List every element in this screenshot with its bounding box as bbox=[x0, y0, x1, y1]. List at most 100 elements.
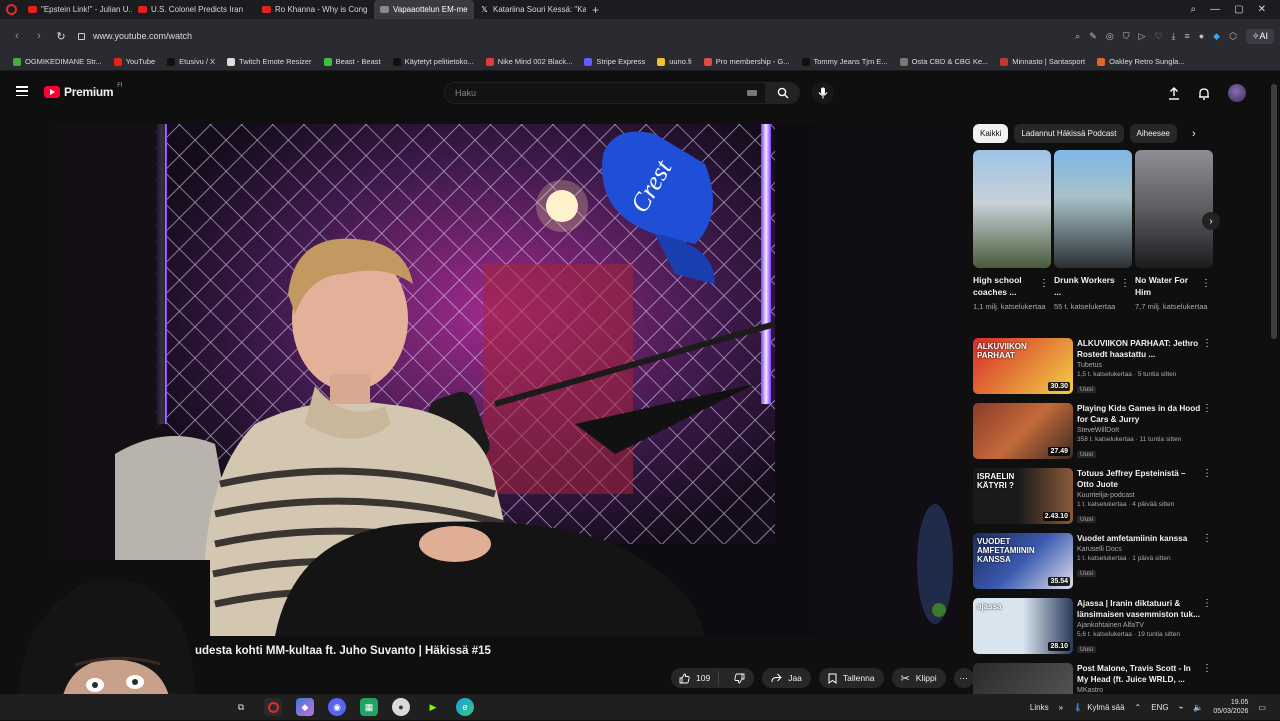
minimize-icon[interactable]: — bbox=[1210, 4, 1220, 15]
like-button[interactable]: 109 bbox=[671, 671, 720, 685]
tray-overflow-icon[interactable]: ⌃ bbox=[1135, 703, 1142, 712]
camera-icon[interactable]: ◎ bbox=[1106, 31, 1114, 42]
short-thumbnail[interactable] bbox=[1135, 150, 1213, 268]
bookmark-item[interactable]: Nike Mind 002 Black... bbox=[481, 57, 578, 66]
photoshop-icon[interactable]: ◆ bbox=[296, 698, 314, 716]
bookmark-item[interactable]: Twitch Emote Resizer bbox=[222, 57, 317, 66]
recommendation-menu-icon[interactable]: ⋮ bbox=[1202, 598, 1212, 609]
save-button[interactable]: Tallenna bbox=[818, 668, 884, 688]
short-menu-icon[interactable]: ⋮ bbox=[1201, 278, 1211, 289]
bookmark-item[interactable]: Pro membership - G... bbox=[699, 57, 795, 66]
aria-ai-button[interactable]: ✧AI bbox=[1245, 28, 1274, 44]
toolbar-expand-icon[interactable]: » bbox=[1059, 703, 1063, 712]
bookmark-item[interactable]: YouTube bbox=[109, 57, 160, 66]
short-menu-icon[interactable]: ⋮ bbox=[1120, 278, 1130, 289]
discord-icon[interactable]: ◉ bbox=[328, 698, 346, 716]
steam-icon[interactable]: ● bbox=[392, 698, 410, 716]
scrollbar-thumb[interactable] bbox=[1271, 84, 1277, 339]
network-icon[interactable]: ⌁ bbox=[1179, 703, 1184, 712]
recommendation-thumbnail[interactable]: VUODET AMFETAMIININ KANSSA 35.54 bbox=[973, 533, 1073, 589]
close-window-icon[interactable]: ✕ bbox=[1258, 4, 1266, 15]
notifications-bell-icon[interactable] bbox=[1198, 87, 1210, 100]
bookmark-item[interactable]: Beast - Beast bbox=[319, 57, 386, 66]
recommendation-menu-icon[interactable]: ⋮ bbox=[1202, 403, 1212, 414]
avatar[interactable] bbox=[1228, 84, 1246, 102]
edit-icon[interactable]: ✎ bbox=[1089, 31, 1097, 42]
bookmark-item[interactable]: Minnasto | Santasport bbox=[995, 57, 1090, 66]
bookmark-item[interactable]: Oakley Retro Sungla... bbox=[1092, 57, 1189, 66]
notification-center-icon[interactable]: ▭ bbox=[1258, 703, 1266, 712]
filter-chip[interactable]: Ladannut Häkissä Podcast bbox=[1014, 124, 1124, 143]
recommendation-item[interactable]: ALKUVIIKON PARHAAT 30.30 ALKUVIIKON PARHAA… bbox=[973, 338, 1216, 396]
extension-icon[interactable]: ◆ bbox=[1213, 31, 1220, 42]
weather-widget[interactable]: 🌡 Kylmä sää bbox=[1073, 703, 1125, 712]
dislike-button[interactable] bbox=[725, 673, 754, 684]
recommendation-thumbnail[interactable]: 27.49 bbox=[973, 403, 1073, 459]
search-button[interactable] bbox=[766, 82, 800, 104]
bookmark-item[interactable]: Osta CBD & CBG Ke... bbox=[895, 57, 994, 66]
play-icon[interactable]: ▷ bbox=[1138, 31, 1145, 42]
shield-icon[interactable]: ⛉ bbox=[1123, 31, 1130, 42]
back-icon[interactable]: ‹ bbox=[6, 30, 28, 42]
recommendation-item[interactable]: ajassa 28.10 Ajassa | Iranin diktatuuri & … bbox=[973, 598, 1216, 656]
recommendation-channel[interactable]: Tubetus bbox=[1077, 362, 1203, 369]
language-indicator[interactable]: ENG bbox=[1151, 703, 1168, 712]
more-actions-button[interactable]: ⋯ bbox=[953, 668, 974, 688]
download-icon[interactable]: ⤓ bbox=[1171, 31, 1175, 42]
recommendation-thumbnail[interactable]: ISRAELIN KÄTYRI ? 2.43.10 bbox=[973, 468, 1073, 524]
maximize-icon[interactable]: ▢ bbox=[1234, 4, 1243, 15]
edge-icon[interactable]: e bbox=[456, 698, 474, 716]
bookmark-item[interactable]: Stripe Express bbox=[579, 57, 650, 66]
forward-icon[interactable]: › bbox=[28, 30, 50, 42]
recommendation-channel[interactable]: Kuuntelija-podcast bbox=[1077, 492, 1203, 499]
recommendation-menu-icon[interactable]: ⋮ bbox=[1202, 533, 1212, 544]
share-button[interactable]: Jaa bbox=[762, 668, 811, 688]
new-tab-button[interactable]: + bbox=[586, 3, 605, 17]
short-menu-icon[interactable]: ⋮ bbox=[1039, 278, 1049, 289]
short-thumbnail[interactable] bbox=[973, 150, 1051, 268]
short-card[interactable]: No Water For Him 7,7 milj. katselukertaa ⋮ bbox=[1135, 150, 1213, 312]
chips-next-icon[interactable]: › bbox=[1192, 128, 1196, 140]
keyboard-icon[interactable] bbox=[747, 90, 757, 96]
browser-tab[interactable]: "Epstein Link!" - Julian U... bbox=[22, 0, 132, 19]
opera-taskbar-icon[interactable] bbox=[264, 698, 282, 716]
filter-chip[interactable]: Aiheesee bbox=[1129, 124, 1177, 143]
links-toolbar[interactable]: Links bbox=[1030, 703, 1049, 712]
recommendation-channel[interactable]: Ajankohtainen AlfaTV bbox=[1077, 622, 1203, 629]
short-thumbnail[interactable] bbox=[1054, 150, 1132, 268]
browser-tab[interactable]: 𝕏 Katariina Souri Kessä: "Kan bbox=[474, 0, 586, 19]
bookmark-item[interactable]: Käytetyt pelitietoko... bbox=[388, 57, 479, 66]
browser-tab[interactable]: Ro Khanna - Why is Cong bbox=[256, 0, 374, 19]
page-scrollbar[interactable] bbox=[1268, 72, 1280, 720]
spreadsheet-icon[interactable]: ▦ bbox=[360, 698, 378, 716]
profile-icon[interactable]: ● bbox=[1199, 31, 1204, 41]
shorts-next-button[interactable]: › bbox=[1202, 212, 1220, 230]
bookmark-item[interactable]: uuno.fi bbox=[652, 57, 697, 66]
menu-icon[interactable]: ≡ bbox=[1184, 31, 1189, 41]
cube-icon[interactable]: ⬡ bbox=[1229, 31, 1237, 42]
opera-logo-icon[interactable] bbox=[0, 0, 22, 19]
upload-icon[interactable] bbox=[1168, 86, 1180, 100]
recommendation-thumbnail[interactable]: ALKUVIIKON PARHAAT 30.30 bbox=[973, 338, 1073, 394]
game-launcher-icon[interactable]: ▶ bbox=[424, 698, 442, 716]
recommendation-menu-icon[interactable]: ⋮ bbox=[1202, 663, 1212, 674]
reload-icon[interactable]: ↻ bbox=[50, 30, 72, 43]
youtube-premium-logo[interactable]: Premium FI bbox=[44, 83, 123, 99]
search-icon[interactable]: ⌕ bbox=[1075, 31, 1080, 42]
recommendation-menu-icon[interactable]: ⋮ bbox=[1202, 468, 1212, 479]
recommendation-menu-icon[interactable]: ⋮ bbox=[1202, 338, 1212, 349]
clip-button[interactable]: ✂ Klippi bbox=[891, 668, 946, 688]
recommendation-channel[interactable]: Karuselli Docs bbox=[1077, 546, 1203, 553]
search-input[interactable]: Haku bbox=[444, 82, 766, 104]
recommendation-item[interactable]: VUODET AMFETAMIININ KANSSA 35.54 Vuodet am… bbox=[973, 533, 1216, 591]
volume-icon[interactable]: 🔈 bbox=[1193, 703, 1203, 712]
hamburger-menu-icon[interactable] bbox=[16, 86, 28, 97]
voice-search-button[interactable] bbox=[812, 82, 834, 104]
bookmark-item[interactable]: Tommy Jeans Tjm E... bbox=[797, 57, 893, 66]
short-card[interactable]: High school coaches ... 1,1 milj. katselu… bbox=[973, 150, 1051, 312]
clock[interactable]: 19.05 05/03/2026 bbox=[1213, 698, 1248, 716]
url-field[interactable]: www.youtube.com/watch bbox=[78, 31, 192, 41]
short-card[interactable]: Drunk Workers ... 55 t. katselukertaa ⋮ bbox=[1054, 150, 1132, 312]
recommendation-channel[interactable]: MKastro bbox=[1077, 687, 1203, 694]
task-view-icon[interactable]: ⧉ bbox=[232, 698, 250, 716]
